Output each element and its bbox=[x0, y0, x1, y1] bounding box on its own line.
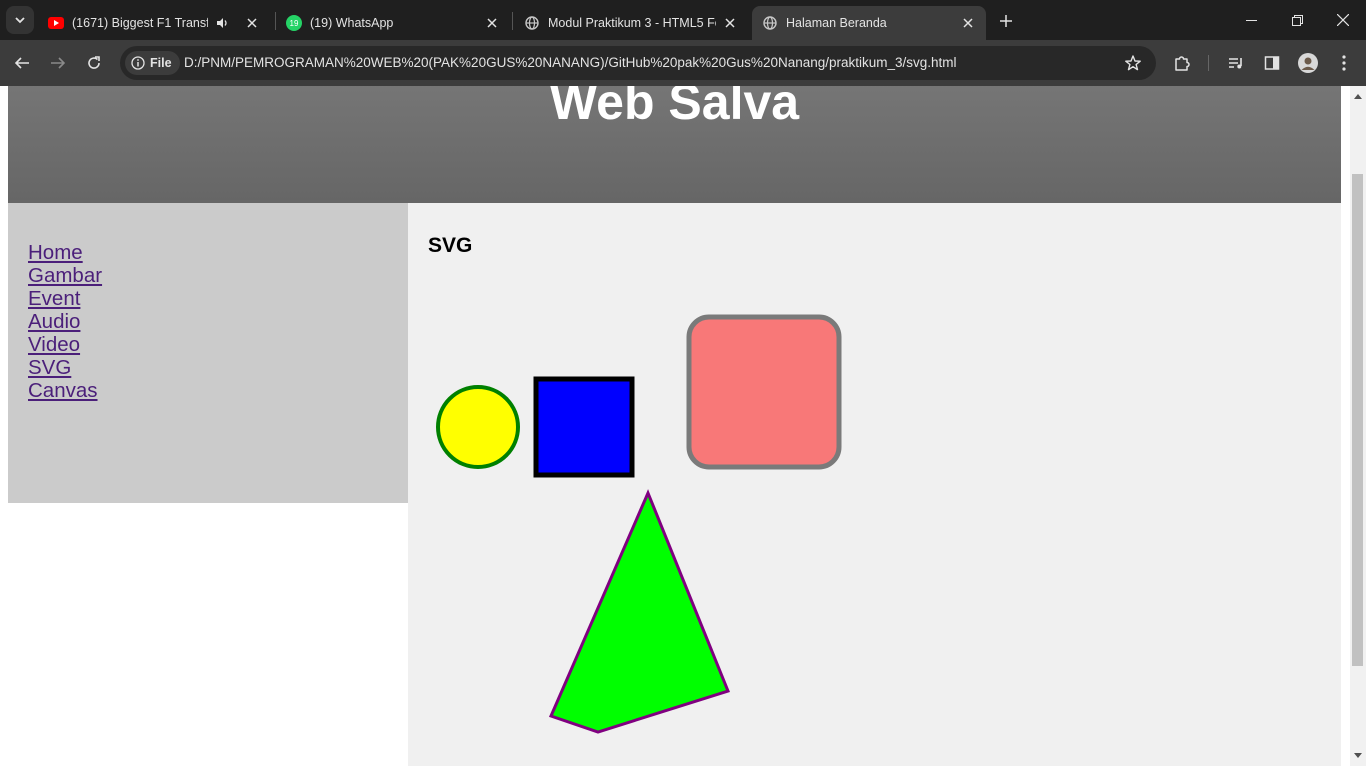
reload-icon bbox=[88, 56, 100, 69]
yellow-circle bbox=[436, 385, 520, 469]
avatar-icon bbox=[1298, 53, 1318, 73]
scroll-up-button[interactable] bbox=[1350, 88, 1366, 104]
arrow-left-icon bbox=[14, 57, 29, 69]
nav-link-home[interactable]: Home bbox=[28, 241, 83, 264]
close-tab-icon[interactable] bbox=[484, 15, 500, 31]
page-scrollbar[interactable] bbox=[1350, 86, 1366, 766]
globe-icon bbox=[524, 15, 540, 31]
tab-title: Halaman Beranda bbox=[786, 16, 887, 30]
tab-search-button[interactable] bbox=[6, 6, 34, 34]
url-text[interactable]: D:/PNM/PEMROGRAMAN%20WEB%20(PAK%20GUS%20… bbox=[184, 55, 957, 70]
caret-down-icon bbox=[1354, 753, 1362, 758]
nav-item-gambar: Gambar bbox=[28, 264, 408, 287]
nav-link-video[interactable]: Video bbox=[28, 333, 80, 356]
browser-menu-button[interactable] bbox=[1333, 52, 1355, 74]
side-panel-icon bbox=[1264, 56, 1280, 70]
svg-text:19: 19 bbox=[290, 19, 299, 28]
page-viewport: Web Salva Home Gambar Event Audio Video … bbox=[0, 86, 1350, 766]
nav-item-audio: Audio bbox=[28, 310, 408, 333]
star-icon bbox=[1125, 55, 1141, 71]
scroll-down-button[interactable] bbox=[1350, 748, 1366, 764]
tab-whatsapp[interactable]: 19 (19) WhatsApp bbox=[276, 6, 510, 40]
close-tab-icon[interactable] bbox=[960, 15, 976, 31]
nav-item-video: Video bbox=[28, 333, 408, 356]
bookmark-button[interactable] bbox=[1122, 52, 1144, 74]
minimize-icon bbox=[1245, 19, 1257, 21]
minimize-button[interactable] bbox=[1240, 9, 1262, 31]
chevron-down-icon bbox=[15, 17, 25, 24]
browser-toolbar: File D:/PNM/PEMROGRAMAN%20WEB%20(PAK%20G… bbox=[0, 40, 1366, 86]
plus-icon bbox=[1000, 15, 1012, 27]
restore-button[interactable] bbox=[1286, 9, 1308, 31]
youtube-icon bbox=[48, 15, 64, 31]
svg-drawing bbox=[436, 314, 842, 734]
info-icon bbox=[131, 56, 145, 70]
site-info-label: File bbox=[150, 56, 172, 70]
close-tab-icon[interactable] bbox=[244, 15, 260, 31]
close-icon bbox=[1337, 14, 1349, 26]
tab-halaman-beranda[interactable]: Halaman Beranda bbox=[752, 6, 986, 40]
tab-title: (19) WhatsApp bbox=[310, 16, 394, 30]
nav-item-event: Event bbox=[28, 287, 408, 310]
site-title: Web Salva bbox=[549, 86, 800, 130]
forward-button[interactable] bbox=[46, 51, 70, 75]
nav-link-audio[interactable]: Audio bbox=[28, 310, 80, 333]
nav-item-home: Home bbox=[28, 241, 408, 264]
extensions-button[interactable] bbox=[1171, 52, 1193, 74]
blue-square bbox=[533, 376, 635, 478]
main-content: SVG bbox=[408, 203, 1341, 766]
close-window-button[interactable] bbox=[1332, 9, 1354, 31]
tab-title: Modul Praktikum 3 - HTML5 Fo bbox=[548, 16, 716, 30]
caret-up-icon bbox=[1354, 94, 1362, 99]
tab-youtube[interactable]: (1671) Biggest F1 Transfer S bbox=[38, 6, 270, 40]
pink-rounded-rect bbox=[686, 314, 842, 470]
site-info-chip[interactable]: File bbox=[125, 51, 180, 75]
media-control-button[interactable] bbox=[1225, 52, 1247, 74]
profile-avatar[interactable] bbox=[1297, 52, 1319, 74]
audio-playing-icon[interactable] bbox=[214, 15, 230, 31]
media-queue-icon bbox=[1229, 58, 1242, 69]
tab-modul-praktikum[interactable]: Modul Praktikum 3 - HTML5 Fo bbox=[514, 6, 748, 40]
more-vertical-icon bbox=[1342, 55, 1346, 71]
arrow-right-icon bbox=[51, 57, 66, 69]
nav-item-svg: SVG bbox=[28, 356, 408, 379]
nav-menu: Home Gambar Event Audio Video SVG Canvas bbox=[8, 203, 408, 402]
nav-link-canvas[interactable]: Canvas bbox=[28, 379, 98, 402]
whatsapp-icon: 19 bbox=[286, 15, 302, 31]
tab-title: (1671) Biggest F1 Transfer S bbox=[72, 16, 208, 30]
restore-icon bbox=[1291, 14, 1303, 26]
site-header: Web Salva bbox=[8, 86, 1341, 203]
reload-button[interactable] bbox=[82, 51, 106, 75]
globe-icon bbox=[762, 15, 778, 31]
scrollbar-thumb[interactable] bbox=[1352, 174, 1363, 666]
nav-link-svg[interactable]: SVG bbox=[28, 356, 71, 379]
nav-link-event[interactable]: Event bbox=[28, 287, 80, 310]
address-bar[interactable]: File D:/PNM/PEMROGRAMAN%20WEB%20(PAK%20G… bbox=[120, 46, 1156, 80]
puzzle-icon bbox=[1175, 56, 1190, 71]
side-panel-button[interactable] bbox=[1261, 52, 1283, 74]
tab-strip: (1671) Biggest F1 Transfer S 19 (19) Wha… bbox=[0, 0, 1366, 40]
new-tab-button[interactable] bbox=[995, 10, 1017, 32]
back-button[interactable] bbox=[10, 51, 34, 75]
nav-item-canvas: Canvas bbox=[28, 379, 408, 402]
sidebar: Home Gambar Event Audio Video SVG Canvas bbox=[8, 203, 408, 503]
nav-link-gambar[interactable]: Gambar bbox=[28, 264, 102, 287]
green-polygon bbox=[548, 489, 730, 734]
close-tab-icon[interactable] bbox=[722, 15, 738, 31]
